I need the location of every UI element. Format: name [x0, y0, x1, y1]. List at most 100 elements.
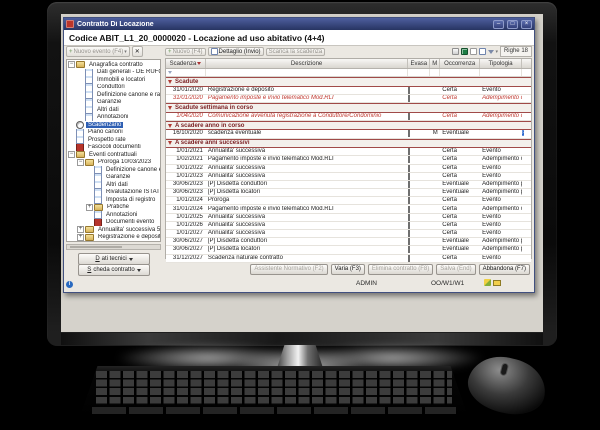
evasa-checkbox[interactable]: [408, 197, 410, 204]
cell-evasa: [408, 255, 430, 262]
column-header-scadenza[interactable]: Scadenza: [166, 59, 206, 68]
tree-item[interactable]: Garanzie: [67, 174, 160, 182]
scrollbar-thumb[interactable]: [70, 246, 122, 248]
abbandona-f7-button[interactable]: Abbandona (F7): [479, 264, 530, 275]
tree-item[interactable]: +Annualita' successiva 5/03/202: [67, 226, 160, 234]
evasa-checkbox[interactable]: [408, 156, 410, 163]
table-row[interactable]: 1/04/2020Comunicazione avvenuta registra…: [166, 113, 531, 121]
evasa-checkbox[interactable]: [408, 173, 410, 180]
table-group-row[interactable]: A scadere anni successivi: [166, 139, 531, 149]
tree-item[interactable]: Imposta di registro: [67, 196, 160, 204]
column-header-m[interactable]: M: [430, 59, 440, 68]
evasa-checkbox[interactable]: [408, 255, 410, 262]
evasa-checkbox[interactable]: [408, 95, 410, 102]
table-row[interactable]: 1/01/2024ProrogaCertaEvento: [166, 197, 531, 205]
close-icon[interactable]: ×: [521, 20, 532, 29]
table-row[interactable]: 31/01/2024Pagamento imposte e invio tele…: [166, 205, 531, 213]
evasa-checkbox[interactable]: [408, 87, 410, 94]
collapse-icon[interactable]: −: [77, 159, 84, 166]
excel-export-icon[interactable]: [461, 48, 468, 55]
tree-item[interactable]: Fascicoli documenti: [67, 144, 160, 152]
evasa-checkbox[interactable]: [408, 165, 410, 172]
table-row[interactable]: 30/06/2027[P] Disdetta locatoriEventuale…: [166, 246, 531, 254]
delete-event-button[interactable]: ✕: [132, 46, 143, 57]
tree-item[interactable]: Garanzie: [67, 99, 160, 107]
column-header-tipologia[interactable]: Tipologia: [480, 59, 522, 68]
evasa-checkbox[interactable]: [408, 214, 410, 221]
table-row[interactable]: 31/01/2020Pagamento imposte e invio tele…: [166, 95, 531, 103]
layout-icon[interactable]: [479, 48, 486, 55]
expand-icon[interactable]: +: [77, 226, 84, 233]
table-group-row[interactable]: Scadute settimana in corso: [166, 103, 531, 113]
table-row[interactable]: 16/10/2020scadenza eventualeMEventuale›: [166, 130, 531, 138]
table-row[interactable]: 1/01/2027Annualita' successivaCertaEvent…: [166, 230, 531, 238]
evasa-checkbox[interactable]: [408, 222, 410, 229]
table-row[interactable]: 30/06/2023[P] Disdetta conduttoriEventua…: [166, 181, 531, 189]
tree-item[interactable]: Conduttori: [67, 84, 160, 92]
evasa-checkbox[interactable]: [408, 238, 410, 245]
tree-item[interactable]: Piano canoni: [67, 129, 160, 137]
tree-horizontal-scrollbar[interactable]: [66, 244, 161, 250]
column-header-evasa[interactable]: Evasa: [408, 59, 430, 68]
table-row[interactable]: 1/01/2023Annualita' successivaCertaEvent…: [166, 173, 531, 181]
evasa-checkbox[interactable]: [408, 206, 410, 213]
tree-item[interactable]: Rivalutazione ISTAT: [67, 189, 160, 197]
cell-occorrenza: Certa: [440, 230, 480, 237]
table-row[interactable]: 30/06/2027[P] Disdetta conduttoriEventua…: [166, 238, 531, 246]
tree-item[interactable]: Scadenzario: [67, 121, 160, 129]
detail-button[interactable]: Dettaglio (Invio): [208, 47, 264, 56]
expand-icon[interactable]: +: [86, 204, 93, 211]
download-deadline-button[interactable]: Scarica la scadenza: [266, 48, 326, 56]
cell-scadenza: 1/01/2025: [166, 214, 206, 221]
table-row[interactable]: 31/01/2020Registrazione e depositoCertaE…: [166, 87, 531, 95]
tree-item[interactable]: Definizione canone e rate: [67, 91, 160, 99]
tree-item[interactable]: −Anagrafica contratto: [67, 61, 160, 69]
table-row[interactable]: 1/01/2025Annualita' successivaCertaEvent…: [166, 214, 531, 222]
evasa-checkbox[interactable]: [408, 130, 410, 137]
tree-item[interactable]: Annotazioni: [67, 211, 160, 219]
table-group-row[interactable]: Scadute: [166, 77, 531, 87]
column-header-descrizione[interactable]: Descrizione: [206, 59, 408, 68]
filter-button[interactable]: ▾: [488, 49, 498, 55]
table-row[interactable]: 1/01/2026Annualita' successivaCertaEvent…: [166, 222, 531, 230]
tree-item[interactable]: −Proroga 10/03/2023: [67, 159, 160, 167]
tree-item[interactable]: Documenti evento: [67, 219, 160, 227]
evasa-checkbox[interactable]: [408, 113, 410, 120]
evasa-checkbox[interactable]: [408, 189, 410, 196]
new-event-button[interactable]: + Nuovo evento (F4) ▾: [66, 46, 130, 57]
table-group-row[interactable]: A scadere anno in corso: [166, 121, 531, 131]
column-header-occorrenza[interactable]: Occorrenza: [440, 59, 480, 68]
expand-icon[interactable]: +: [77, 234, 84, 241]
new-deadline-button[interactable]: + Nuovo (F4): [165, 48, 206, 56]
evasa-checkbox[interactable]: [408, 148, 410, 155]
tree-item[interactable]: Definizione canone e rate: [67, 166, 160, 174]
table-row[interactable]: 1/01/2022Annualita' successivaCertaEvent…: [166, 165, 531, 173]
detail-label: Dettaglio (Invio): [219, 49, 261, 55]
copy-icon[interactable]: [470, 48, 477, 55]
table-row[interactable]: 31/12/2027Scadenza naturale contrattoCer…: [166, 255, 531, 263]
evasa-checkbox[interactable]: [408, 230, 410, 237]
tree-item[interactable]: Dati generali - DE RUFOLO ANT: [67, 69, 160, 77]
evasa-checkbox[interactable]: [408, 181, 410, 188]
tree-item[interactable]: +Registrazione e deposito 5/03/: [67, 234, 160, 242]
collapse-icon[interactable]: −: [68, 151, 75, 158]
tree-item[interactable]: +Pratiche: [67, 204, 160, 212]
tree-item[interactable]: Annotazioni: [67, 114, 160, 122]
tree-item[interactable]: Prospetto rate: [67, 136, 160, 144]
filter-row[interactable]: [166, 69, 531, 77]
varia-f3-button[interactable]: Varia (F3): [331, 264, 365, 275]
form-icon: [85, 99, 93, 107]
minimize-icon[interactable]: –: [493, 20, 504, 29]
tree-item[interactable]: −Eventi contrattuali: [67, 151, 160, 159]
print-icon[interactable]: [452, 48, 459, 55]
tree-item[interactable]: Immobili e locatori: [67, 76, 160, 84]
table-row[interactable]: 1/02/2021Pagamento imposte e invio telem…: [166, 156, 531, 164]
tree-item[interactable]: Altri dati: [67, 181, 160, 189]
maximize-icon[interactable]: □: [507, 20, 518, 29]
collapse-icon[interactable]: −: [68, 61, 75, 68]
row-detail-arrow-icon[interactable]: ›: [522, 130, 524, 136]
evasa-checkbox[interactable]: [408, 246, 410, 253]
tree-item[interactable]: Altri dati: [67, 106, 160, 114]
table-row[interactable]: 1/01/2021Annualita' successivaCertaEvent…: [166, 148, 531, 156]
table-row[interactable]: 30/06/2023[P] Disdetta locatoriEventuale…: [166, 189, 531, 197]
